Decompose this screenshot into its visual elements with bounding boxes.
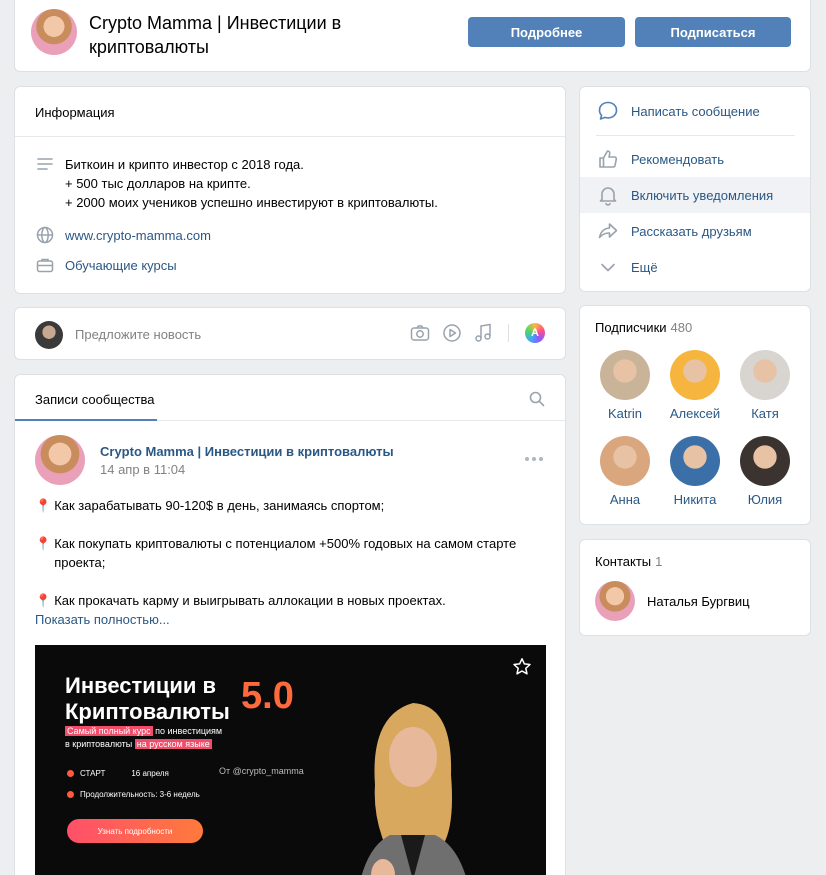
subscriber-item[interactable]: Юлия: [732, 436, 798, 507]
subscribe-button[interactable]: Подписаться: [635, 17, 791, 47]
pin-icon: 📍: [35, 593, 52, 608]
description-row: Биткоин и крипто инвестор с 2018 года. +…: [35, 155, 438, 212]
actions-divider: [596, 135, 795, 136]
attach-toolbar: A: [410, 323, 545, 343]
music-icon[interactable]: [474, 323, 492, 343]
post-menu-icon[interactable]: [525, 457, 543, 461]
community-title: Crypto Mamma | Инвестиции в криптовалюты: [89, 13, 342, 57]
video-icon[interactable]: [442, 323, 462, 343]
website-row: www.crypto-mamma.com: [35, 226, 211, 245]
pin-icon: 📍: [35, 498, 52, 513]
share-arrow-icon: [596, 219, 620, 243]
contact-name[interactable]: Наталья Бургвиц: [647, 594, 750, 609]
courses-link[interactable]: Обучающие курсы: [65, 256, 177, 275]
banner-start: СТАРТ 16 апреля: [67, 769, 169, 778]
banner-duration: Продолжительность: 3-6 недель: [67, 790, 200, 799]
banner-handle: От @crypto_mamma: [219, 766, 304, 776]
banner-version: 5.0: [241, 675, 294, 717]
post-author-avatar[interactable]: [35, 435, 85, 485]
post-text: 📍 Как зарабатывать 90-120$ в день, занима…: [35, 496, 545, 610]
info-heading: Информация: [15, 87, 565, 137]
write-message-action[interactable]: Написать сообщение: [580, 93, 810, 129]
chevron-down-icon: [596, 255, 620, 279]
camera-icon[interactable]: [410, 324, 430, 342]
post-image[interactable]: Инвестиции в Криптовалюты 5.0 Самый полн…: [35, 645, 546, 875]
suggest-news-input[interactable]: Предложите новость: [75, 327, 201, 342]
subscriber-avatar: [670, 436, 720, 486]
contacts-title[interactable]: Контакты 1: [595, 554, 662, 569]
subscriber-item[interactable]: Katrin: [592, 350, 658, 421]
suggest-news-block: Предложите новость A: [14, 307, 566, 360]
post-line: 📍 Как покупать криптовалюты с потенциалом…: [35, 536, 517, 570]
enable-notifications-action[interactable]: Включить уведомления: [580, 177, 810, 213]
text-lines-icon: [35, 155, 55, 173]
bell-icon: [596, 183, 620, 207]
community-header: Crypto Mamma | Инвестиции в криптовалюты…: [14, 0, 811, 72]
posts-tabs: Записи сообщества: [15, 375, 565, 421]
post-author-name[interactable]: Crypto Mamma | Инвестиции в криптовалюты: [100, 444, 394, 459]
message-icon: [596, 99, 620, 123]
website-link[interactable]: www.crypto-mamma.com: [65, 226, 211, 245]
subscriber-avatar: [600, 350, 650, 400]
contact-avatar[interactable]: [595, 581, 635, 621]
subscriber-item[interactable]: Катя: [732, 350, 798, 421]
star-icon[interactable]: [512, 657, 532, 677]
more-info-button[interactable]: Подробнее: [468, 17, 625, 47]
active-tab-indicator: [15, 419, 157, 421]
globe-icon: [35, 226, 55, 244]
pin-icon: 📍: [35, 536, 52, 551]
subscriber-avatar: [740, 436, 790, 486]
subscriber-item[interactable]: Алексей: [662, 350, 728, 421]
banner-person-illustration: [361, 703, 466, 875]
briefcase-icon: [35, 256, 55, 274]
post-date[interactable]: 14 апр в 11:04: [100, 462, 185, 477]
info-block: Информация Биткоин и крипто инвестор с 2…: [14, 86, 566, 294]
description-text: Биткоин и крипто инвестор с 2018 года. +…: [65, 157, 438, 210]
user-avatar: [35, 321, 63, 349]
recommend-action[interactable]: Рекомендовать: [580, 141, 810, 177]
post-line: 📍 Как прокачать карму и выигрывать аллока…: [35, 593, 446, 608]
banner-cta: Узнать подробности: [67, 819, 203, 843]
ai-assistant-button[interactable]: A: [525, 323, 545, 343]
search-icon[interactable]: [529, 391, 545, 407]
subscriber-item[interactable]: Никита: [662, 436, 728, 507]
courses-row: Обучающие курсы: [35, 256, 177, 275]
like-icon: [596, 147, 620, 171]
banner-subtitle: Самый полный курс по инвестициям в крипт…: [65, 726, 223, 749]
share-action[interactable]: Рассказать друзьям: [580, 213, 810, 249]
contacts-block: Контакты 1 Наталья Бургвиц: [579, 539, 811, 636]
subscriber-item[interactable]: Анна: [592, 436, 658, 507]
actions-block: Написать сообщение Рекомендовать Включит…: [579, 86, 811, 292]
community-avatar[interactable]: [31, 9, 77, 55]
community-posts: Записи сообщества Crypto Mamma | Инвести…: [14, 374, 566, 875]
subscriber-avatar: [670, 350, 720, 400]
subscribers-block: Подписчики 480 Katrin Алексей Катя Анна Н…: [579, 305, 811, 525]
subscribers-title[interactable]: Подписчики 480: [595, 320, 692, 335]
subscriber-avatar: [600, 436, 650, 486]
show-more-link[interactable]: Показать полностью...: [35, 612, 170, 627]
banner-title: Инвестиции в Криптовалюты: [65, 673, 230, 724]
toolbar-divider: [508, 324, 509, 342]
tab-community-posts[interactable]: Записи сообщества: [35, 392, 155, 407]
subscriber-avatar: [740, 350, 790, 400]
post-line: 📍 Как зарабатывать 90-120$ в день, занима…: [35, 498, 385, 513]
more-action[interactable]: Ещё: [580, 249, 810, 285]
